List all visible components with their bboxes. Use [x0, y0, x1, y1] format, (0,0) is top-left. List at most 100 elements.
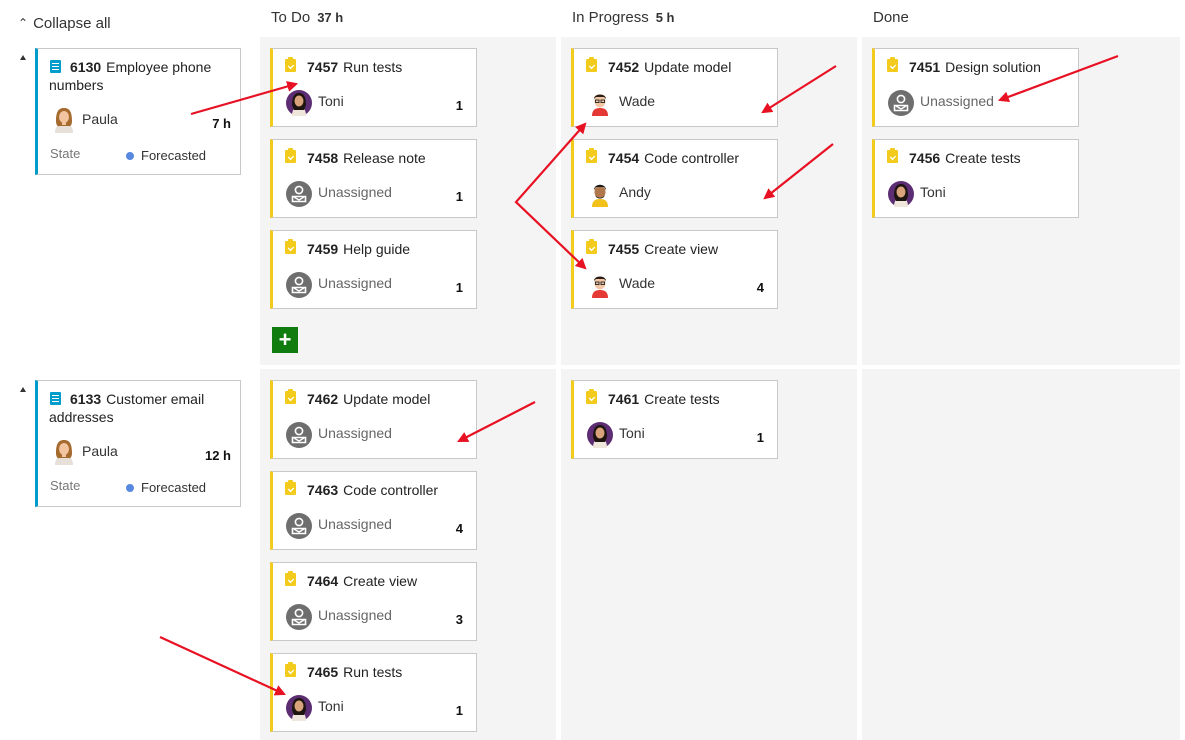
task-card-7458[interactable]: 7458 Release note Unassigned 1	[270, 139, 477, 218]
task-assignee: Unassigned	[318, 184, 392, 200]
task-card-7452[interactable]: 7452 Update model Wade	[571, 48, 778, 127]
state-label: State	[50, 478, 81, 493]
parent-title: Customer email	[106, 391, 205, 407]
swimlane-divider	[0, 365, 1185, 369]
avatar-andy	[587, 181, 613, 207]
task-card-7459[interactable]: 7459 Help guide Unassigned 1	[270, 230, 477, 309]
column-count: 5 h	[655, 10, 675, 25]
task-id: 7451	[909, 59, 941, 75]
task-card-7465[interactable]: 7465 Run tests Toni 1	[270, 653, 477, 732]
task-assignee: Unassigned	[318, 516, 392, 532]
task-assignee: Wade	[619, 275, 656, 291]
clipboard-check-icon	[887, 148, 898, 163]
task-id: 7461	[608, 391, 640, 407]
task-title: Code controller	[343, 482, 439, 498]
task-card-7451[interactable]: 7451 Design solution Unassigned	[872, 48, 1079, 127]
collapse-all-label: Collapse all	[33, 14, 111, 32]
task-id: 7464	[307, 573, 339, 589]
column-header-todo: To Do 37 h	[271, 9, 343, 31]
task-assignee: Unassigned	[318, 607, 392, 623]
unassigned-user-icon	[286, 422, 312, 448]
unassigned-user-icon	[888, 90, 914, 116]
state-label: State	[50, 146, 81, 161]
task-title: Create view	[343, 573, 418, 589]
column-title: To Do	[271, 9, 311, 26]
clipboard-check-icon	[586, 389, 597, 404]
clipboard-check-icon	[887, 57, 898, 72]
task-title: Create tests	[644, 391, 720, 407]
parent-title: Employee phone	[106, 59, 212, 75]
task-card-7454[interactable]: 7454 Code controller Andy	[571, 139, 778, 218]
row-collapse-toggle[interactable]	[20, 55, 26, 60]
unassigned-user-icon	[286, 272, 312, 298]
state-dot	[126, 152, 134, 160]
avatar-paula	[55, 440, 73, 465]
add-task-button[interactable]: +	[272, 327, 298, 353]
task-assignee: Toni	[318, 93, 344, 109]
task-id: 7454	[608, 150, 640, 166]
task-card-7462[interactable]: 7462 Update model Unassigned	[270, 380, 477, 459]
task-assignee: Andy	[619, 184, 651, 200]
task-title: Code controller	[644, 150, 740, 166]
column-count: 37 h	[317, 10, 344, 25]
task-assignee: Toni	[619, 425, 645, 441]
task-id: 7458	[307, 150, 339, 166]
task-remaining: 3	[455, 612, 463, 627]
task-id: 7462	[307, 391, 339, 407]
clipboard-check-icon	[285, 57, 296, 72]
avatar-wade	[587, 90, 613, 116]
clipboard-check-icon	[586, 239, 597, 254]
task-id: 7456	[909, 150, 941, 166]
plus-icon: +	[278, 327, 292, 352]
avatar-toni	[286, 90, 312, 116]
parent-title-cont: numbers	[49, 77, 104, 93]
unassigned-user-icon	[286, 181, 312, 207]
task-title: Update model	[644, 59, 732, 75]
task-title: Create view	[644, 241, 719, 257]
task-id: 7455	[608, 241, 640, 257]
task-card-7464[interactable]: 7464 Create view Unassigned 3	[270, 562, 477, 641]
avatar-toni	[888, 181, 914, 207]
task-card-7455[interactable]: 7455 Create view Wade 4	[571, 230, 778, 309]
parent-card-6130[interactable]: 6130 Employee phone numbers Paula 7 h Sta…	[35, 48, 241, 175]
state-dot	[126, 484, 134, 492]
task-card-7457[interactable]: 7457 Run tests Toni 1	[270, 48, 477, 127]
parent-hours: 7 h	[212, 116, 231, 131]
double-chevron-up-icon: ⌃	[18, 16, 29, 30]
column-title: In Progress	[572, 9, 649, 26]
column-header-in-progress: In Progress 5 h	[572, 9, 675, 31]
document-lines-icon	[50, 60, 61, 73]
parent-card-6133[interactable]: 6133 Customer email addresses Paula 12 h …	[35, 380, 241, 507]
parent-id: 6133	[70, 391, 102, 407]
clipboard-check-icon	[586, 148, 597, 163]
parent-id: 6130	[70, 59, 102, 75]
avatar-wade	[587, 272, 613, 298]
parent-assignee: Paula	[82, 443, 118, 459]
task-card-7463[interactable]: 7463 Code controller Unassigned 4	[270, 471, 477, 550]
state-value[interactable]: Forecasted	[141, 148, 206, 163]
avatar-toni	[286, 695, 312, 721]
task-remaining: 1	[455, 98, 463, 113]
task-title: Design solution	[945, 59, 1041, 75]
column-title: Done	[873, 9, 909, 26]
task-assignee: Unassigned	[318, 275, 392, 291]
row-collapse-toggle[interactable]	[20, 387, 26, 392]
parent-hours: 12 h	[204, 448, 231, 463]
state-value[interactable]: Forecasted	[141, 480, 206, 495]
task-title: Run tests	[343, 664, 403, 680]
task-id: 7459	[307, 241, 339, 257]
document-lines-icon	[50, 392, 61, 405]
parent-title-cont: addresses	[49, 409, 114, 425]
task-title: Help guide	[343, 241, 411, 257]
task-card-7456[interactable]: 7456 Create tests Toni	[872, 139, 1079, 218]
collapse-all-button[interactable]: ⌃ Collapse all	[18, 13, 111, 33]
task-remaining: 1	[455, 280, 463, 295]
clipboard-check-icon	[285, 239, 296, 254]
unassigned-user-icon	[286, 513, 312, 539]
task-remaining: 4	[756, 280, 764, 295]
avatar-paula	[55, 108, 73, 133]
clipboard-check-icon	[285, 389, 296, 404]
task-remaining: 1	[455, 189, 463, 204]
clipboard-check-icon	[285, 571, 296, 586]
task-card-7461[interactable]: 7461 Create tests Toni 1	[571, 380, 778, 459]
